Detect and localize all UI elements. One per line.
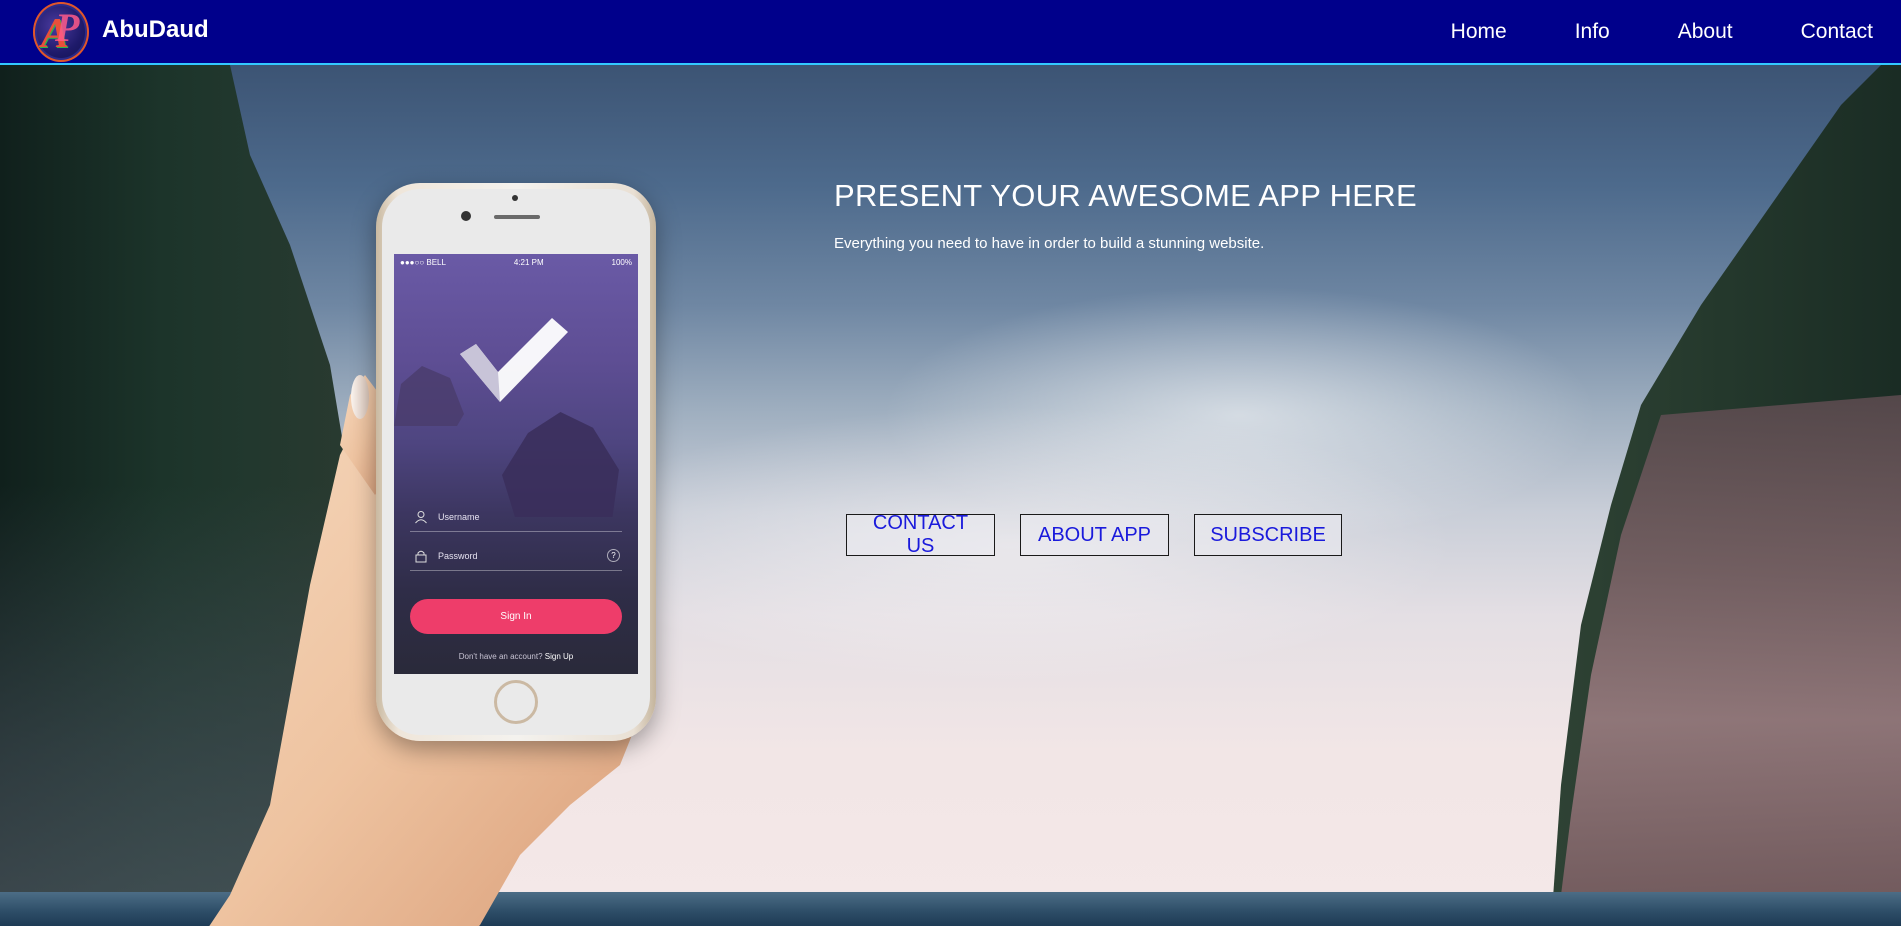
about-app-button[interactable]: ABOUT APP [1020, 514, 1169, 556]
brand-name[interactable]: AbuDaud [102, 16, 209, 44]
password-placeholder: Password [438, 550, 478, 561]
password-field[interactable]: Password ? [410, 541, 622, 571]
cta-button-row: CONTACT US ABOUT APP SUBSCRIBE [846, 512, 1367, 557]
phone-mockup: ●●●○○ BELL 4:21 PM 100% Username Passwor… [376, 183, 656, 741]
checkmark-icon [454, 314, 574, 404]
top-navbar: A P AbuDaud Home Info About Contact [0, 0, 1901, 65]
signup-prompt: Don't have an account? Sign Up [394, 652, 638, 661]
hero-section: ●●●○○ BELL 4:21 PM 100% Username Passwor… [0, 65, 1901, 926]
user-icon [414, 510, 428, 524]
signin-button[interactable]: Sign In [410, 599, 622, 634]
phone-camera-icon [461, 211, 471, 221]
phone-status-bar: ●●●○○ BELL 4:21 PM 100% [394, 254, 638, 270]
phone-speaker [494, 215, 540, 219]
signup-prompt-text: Don't have an account? [458, 652, 543, 661]
phone-screen: ●●●○○ BELL 4:21 PM 100% Username Passwor… [394, 254, 638, 674]
hero-title: PRESENT YOUR AWESOME APP HERE [834, 178, 1417, 213]
status-carrier: ●●●○○ BELL [400, 257, 446, 267]
nav-link-contact[interactable]: Contact [1801, 20, 1873, 44]
nav-link-home[interactable]: Home [1451, 20, 1507, 44]
hero-subtitle: Everything you need to have in order to … [834, 235, 1265, 252]
nav-links: Home Info About Contact [1383, 0, 1873, 63]
subscribe-button[interactable]: SUBSCRIBE [1194, 514, 1342, 556]
signup-link[interactable]: Sign Up [545, 652, 573, 661]
brand-logo-icon[interactable]: A P [33, 2, 89, 62]
phone-home-button [494, 680, 538, 724]
logo-letter-p: P [55, 5, 80, 50]
lock-icon [414, 549, 428, 563]
status-time: 4:21 PM [513, 257, 544, 267]
phone-sensor [512, 195, 518, 201]
nav-link-about[interactable]: About [1678, 20, 1733, 44]
contact-us-button[interactable]: CONTACT US [846, 512, 995, 557]
username-placeholder: Username [438, 511, 480, 522]
nav-link-info[interactable]: Info [1575, 20, 1610, 44]
username-field[interactable]: Username [410, 502, 622, 532]
status-battery: 100% [611, 257, 632, 267]
help-icon[interactable]: ? [607, 549, 620, 562]
